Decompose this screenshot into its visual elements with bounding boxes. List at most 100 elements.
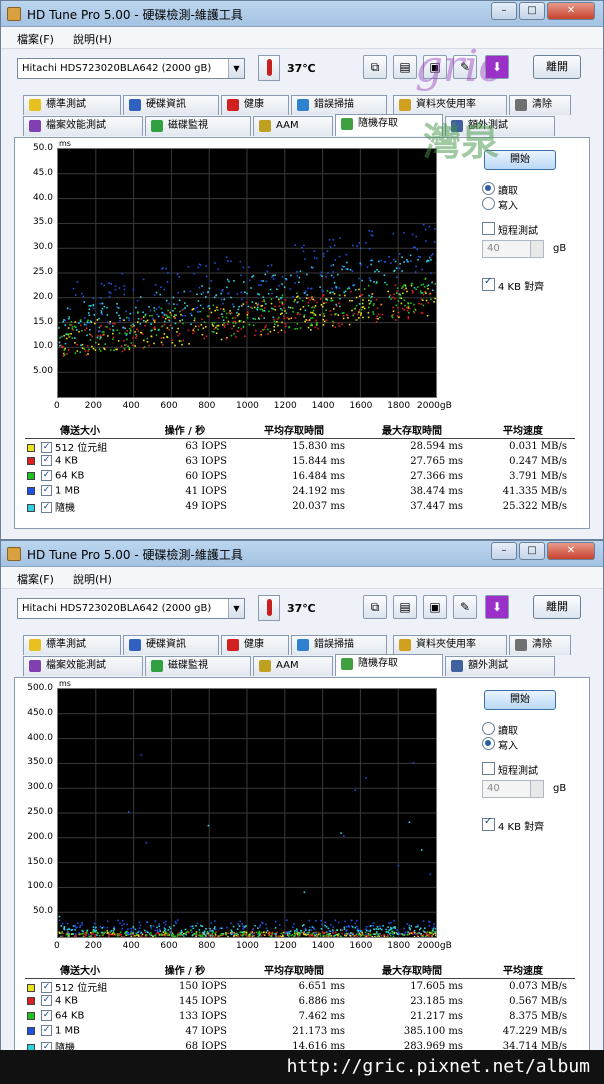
- download-icon[interactable]: ⬇: [485, 55, 509, 79]
- tab-0[interactable]: 標準測試: [23, 635, 121, 655]
- data-point: [396, 315, 399, 317]
- tab-4[interactable]: 資料夾使用率: [393, 635, 507, 655]
- tab-row2-2[interactable]: AAM: [253, 116, 333, 136]
- tab-2[interactable]: 健康: [221, 95, 289, 115]
- minimize-button[interactable]: –: [491, 2, 517, 20]
- tab-3[interactable]: 錯誤掃描: [291, 95, 387, 115]
- series-checkbox[interactable]: ✓: [41, 442, 52, 453]
- align-4kb-checkbox[interactable]: 4 KB 對齊: [482, 276, 544, 293]
- data-point: [112, 932, 115, 934]
- series-checkbox[interactable]: ✓: [41, 470, 52, 482]
- series-checkbox[interactable]: ✓: [41, 1025, 52, 1037]
- size-label: 隨機: [55, 502, 75, 514]
- series-checkbox[interactable]: ✓: [41, 1010, 52, 1022]
- data-point: [273, 326, 275, 328]
- tab-row2-3[interactable]: 隨機存取: [335, 114, 443, 136]
- data-point: [370, 263, 372, 266]
- data-point: [419, 256, 421, 258]
- tab-row2-2[interactable]: AAM: [253, 656, 333, 676]
- short-stroke-spinner[interactable]: 40: [482, 780, 544, 798]
- download-icon[interactable]: ⬇: [485, 595, 509, 619]
- close-button[interactable]: ✕: [547, 2, 595, 20]
- data-point: [388, 296, 391, 298]
- data-point: [119, 922, 121, 925]
- data-point: [165, 267, 167, 270]
- tab-row2-1[interactable]: 磁碟監視: [145, 116, 251, 136]
- tab-5[interactable]: 清除: [509, 95, 571, 115]
- chevron-down-icon[interactable]: ▼: [228, 599, 244, 618]
- short-stroke-checkbox[interactable]: 短程測試: [482, 762, 538, 777]
- menu-help[interactable]: 說明(H): [73, 31, 112, 47]
- start-button[interactable]: 開始: [484, 150, 556, 170]
- data-point: [181, 343, 183, 346]
- tab-row2-1[interactable]: 磁碟監視: [145, 656, 251, 676]
- start-button[interactable]: 開始: [484, 690, 556, 710]
- exit-button[interactable]: 離開: [533, 595, 581, 619]
- exit-button[interactable]: 離開: [533, 55, 581, 79]
- screenshot-icon[interactable]: ✎: [453, 55, 477, 79]
- write-radio[interactable]: 寫入: [482, 197, 518, 212]
- read-radio[interactable]: 讀取: [482, 182, 518, 197]
- close-button[interactable]: ✕: [547, 542, 595, 560]
- write-radio[interactable]: 寫入: [482, 737, 518, 752]
- minimize-button[interactable]: –: [491, 542, 517, 560]
- series-checkbox[interactable]: ✓: [41, 982, 52, 993]
- save-icon[interactable]: ▣: [423, 55, 447, 79]
- tab-row2-0[interactable]: 檔案效能測試: [23, 656, 143, 676]
- maximize-button[interactable]: □: [519, 2, 545, 20]
- tab-row2-4[interactable]: 額外測試: [445, 656, 555, 676]
- data-point: [139, 331, 142, 334]
- data-point: [368, 277, 371, 279]
- tab-5[interactable]: 清除: [509, 635, 571, 655]
- series-checkbox[interactable]: ✓: [41, 485, 52, 497]
- data-point: [292, 295, 294, 298]
- copy-text-icon[interactable]: ▤: [393, 595, 417, 619]
- data-point: [113, 349, 115, 351]
- chevron-down-icon[interactable]: ▼: [228, 59, 244, 78]
- data-point: [354, 926, 357, 929]
- save-icon[interactable]: ▣: [423, 595, 447, 619]
- tab-3[interactable]: 錯誤掃描: [291, 635, 387, 655]
- tab-1[interactable]: 硬碟資訊: [123, 95, 219, 115]
- tab-2[interactable]: 健康: [221, 635, 289, 655]
- data-point: [377, 318, 379, 320]
- data-point: [170, 930, 173, 933]
- series-checkbox[interactable]: ✓: [41, 502, 52, 513]
- data-point: [263, 317, 265, 319]
- menu-help[interactable]: 說明(H): [73, 571, 112, 587]
- copy-icon[interactable]: ⧉: [363, 55, 387, 79]
- drive-select[interactable]: Hitachi HDS723020BLA642 (2000 gB) ▼: [17, 58, 245, 79]
- drive-select[interactable]: Hitachi HDS723020BLA642 (2000 gB) ▼: [17, 598, 245, 619]
- align-4kb-checkbox[interactable]: 4 KB 對齊: [482, 816, 544, 833]
- data-point: [213, 321, 216, 324]
- tab-row2-0[interactable]: 檔案效能測試: [23, 116, 143, 136]
- tab-4[interactable]: 資料夾使用率: [393, 95, 507, 115]
- data-point: [252, 928, 254, 931]
- data-point: [135, 306, 137, 309]
- data-point: [106, 930, 109, 932]
- read-radio[interactable]: 讀取: [482, 722, 518, 737]
- copy-text-icon[interactable]: ▤: [393, 55, 417, 79]
- data-point: [116, 303, 118, 305]
- tab-row2-3[interactable]: 隨機存取: [335, 654, 443, 676]
- short-stroke-spinner[interactable]: 40: [482, 240, 544, 258]
- tab-0[interactable]: 標準測試: [23, 95, 121, 115]
- copy-icon[interactable]: ⧉: [363, 595, 387, 619]
- series-checkbox[interactable]: ✓: [41, 995, 52, 1007]
- data-point: [390, 922, 392, 924]
- data-point: [252, 935, 254, 937]
- maximize-button[interactable]: □: [519, 542, 545, 560]
- data-point: [376, 926, 379, 928]
- series-checkbox[interactable]: ✓: [41, 455, 52, 467]
- data-point: [320, 271, 323, 274]
- data-point: [190, 929, 192, 931]
- menu-file[interactable]: 檔案(F): [17, 31, 54, 47]
- short-stroke-checkbox[interactable]: 短程測試: [482, 222, 538, 237]
- tab-row2-4[interactable]: 額外測試: [445, 116, 555, 136]
- data-point: [296, 328, 298, 330]
- tab-1[interactable]: 硬碟資訊: [123, 635, 219, 655]
- menu-file[interactable]: 檔案(F): [17, 571, 54, 587]
- y-tick-label: 350.0: [27, 757, 53, 768]
- screenshot-icon[interactable]: ✎: [453, 595, 477, 619]
- data-point: [343, 928, 346, 930]
